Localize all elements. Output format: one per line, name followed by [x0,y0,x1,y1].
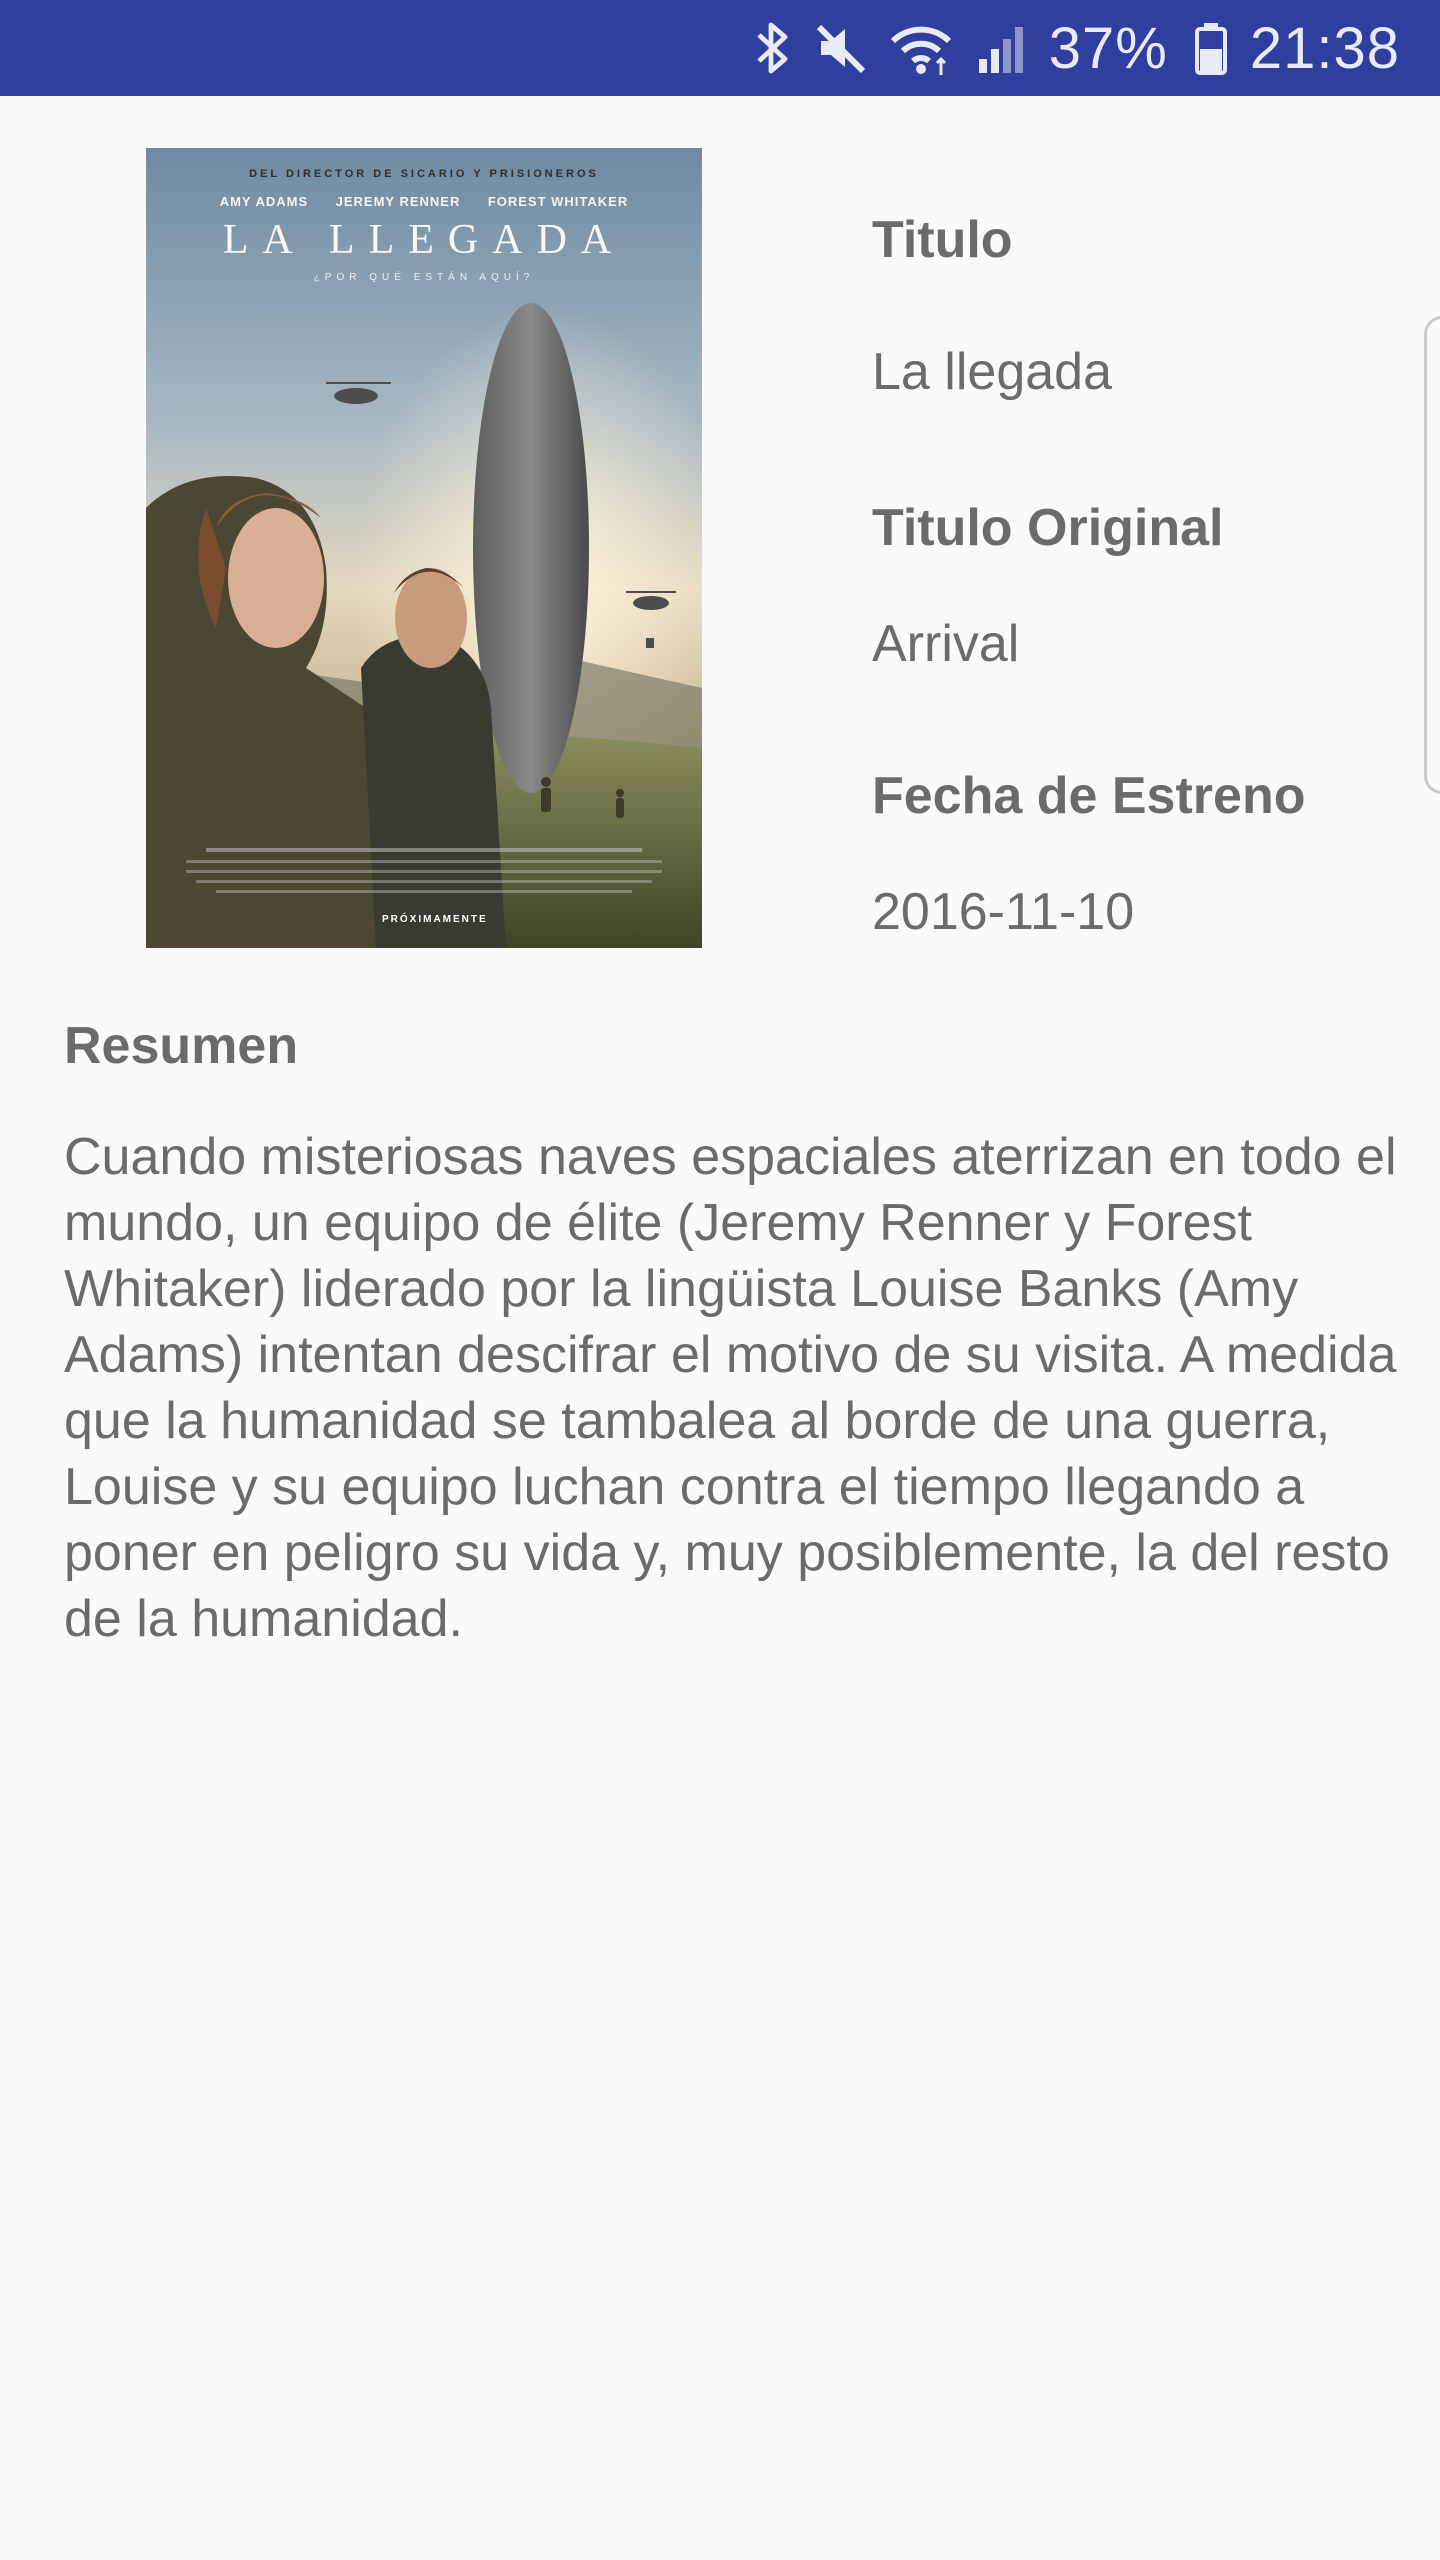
wifi-icon [889,19,953,77]
title-value: La llegada [872,343,1112,401]
release-date-label: Fecha de Estreno [872,767,1306,825]
battery-icon [1194,19,1228,77]
battery-percent: 37% [1048,15,1168,81]
poster-director-line: DEL DIRECTOR DE SICARIO Y PRISIONEROS [249,168,599,180]
poster-release-note: PRÓXIMAMENTE [382,914,488,925]
original-title-label: Titulo Original [872,499,1224,557]
clock: 21:38 [1249,15,1400,81]
bluetooth-icon [753,19,793,77]
status-bar: 37% 21:38 [0,0,1440,96]
poster-title: LA LLEGADA [222,217,626,263]
poster-actor: JEREMY RENNER [335,194,461,209]
edge-panel-handle[interactable] [1424,316,1440,794]
poster-actors: AMY ADAMS JEREMY RENNER FOREST WHITAKER [146,194,702,209]
release-date-value: 2016-11-10 [872,883,1135,941]
signal-icon [975,19,1027,77]
poster-actor: FOREST WHITAKER [487,194,629,209]
poster-actor: AMY ADAMS [219,194,309,209]
summary-label: Resumen [64,1017,299,1075]
movie-poster: DEL DIRECTOR DE SICARIO Y PRISIONEROS AM… [146,148,702,948]
mute-icon [815,19,867,77]
summary-text: Cuando misteriosas naves espaciales ater… [64,1128,1397,1648]
title-label: Titulo [872,211,1013,269]
poster-tagline: ¿POR QUÉ ESTÁN AQUÍ? [313,272,535,283]
original-title-value: Arrival [872,615,1020,673]
